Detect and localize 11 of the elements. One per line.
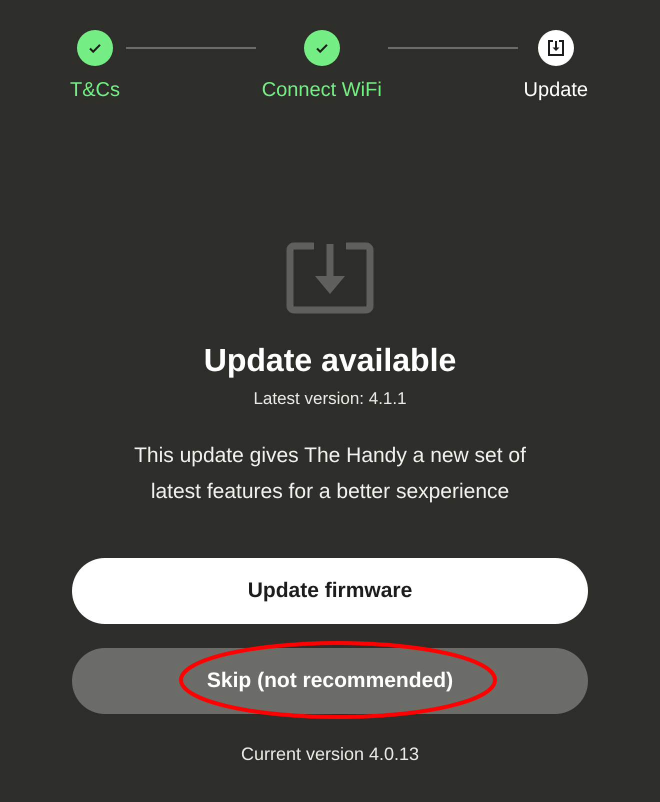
step-label: Update bbox=[524, 78, 588, 102]
latest-version: Latest version: 4.1.1 bbox=[253, 388, 407, 410]
download-icon bbox=[286, 242, 374, 314]
update-button[interactable]: Update firmware bbox=[72, 558, 588, 624]
current-version: Current version 4.0.13 bbox=[240, 744, 420, 765]
skip-button[interactable]: Skip (not recommended) bbox=[72, 648, 588, 714]
step-label: T&Cs bbox=[70, 78, 120, 102]
update-description: This update gives The Handy a new set of latest features for a better sexperience bbox=[133, 443, 527, 505]
update-title: Update available bbox=[204, 341, 456, 380]
step-label: Connect WiFi bbox=[262, 78, 382, 102]
download-icon bbox=[546, 39, 565, 57]
